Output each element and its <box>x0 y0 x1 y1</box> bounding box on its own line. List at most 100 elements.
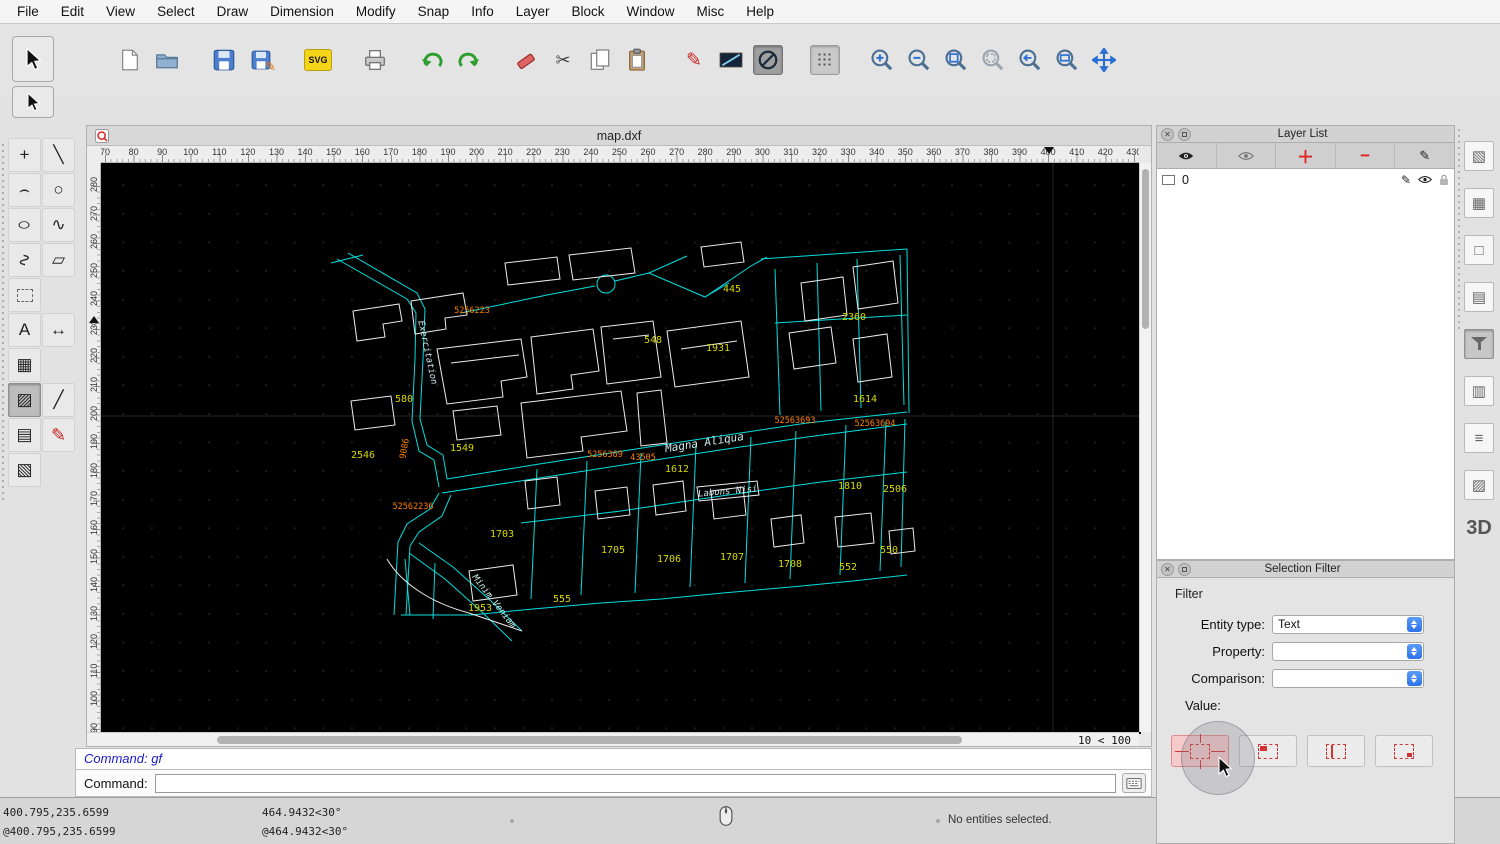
layer-list-panel-button[interactable]: ▤ <box>1464 282 1494 312</box>
sheet-button[interactable]: □ <box>1464 235 1494 265</box>
property-select[interactable] <box>1272 642 1424 661</box>
image-tool[interactable]: ▦ <box>8 348 41 382</box>
detach-icon[interactable] <box>1178 563 1191 576</box>
stepper-icon[interactable] <box>1407 617 1422 632</box>
show-all-layers-button[interactable] <box>1157 143 1217 168</box>
menu-dimension[interactable]: Dimension <box>259 0 345 24</box>
delete-button[interactable] <box>511 45 541 75</box>
ellipse-tool[interactable]: ○ <box>8 208 41 242</box>
close-icon[interactable]: ✕ <box>1161 128 1174 141</box>
menu-layer[interactable]: Layer <box>505 0 561 24</box>
text-tool[interactable]: A <box>8 313 41 347</box>
zoom-previous-button[interactable] <box>1015 45 1045 75</box>
3d-panel-label[interactable]: 3D <box>1458 517 1500 540</box>
menu-modify[interactable]: Modify <box>345 0 407 24</box>
svg-export-button[interactable]: SVG <box>303 45 333 75</box>
layer-lock-icon[interactable] <box>1439 174 1449 186</box>
zoom-window-button[interactable] <box>1052 45 1082 75</box>
cut-button[interactable]: ✂ <box>548 45 578 75</box>
menu-view[interactable]: View <box>95 0 146 24</box>
print-preview-button[interactable] <box>360 45 390 75</box>
entity-type-select[interactable]: Text <box>1272 615 1424 634</box>
menu-info[interactable]: Info <box>460 0 505 24</box>
zoom-auto-button[interactable] <box>941 45 971 75</box>
menu-help[interactable]: Help <box>735 0 785 24</box>
no-fill-button[interactable] <box>753 45 783 75</box>
vertical-scrollbar[interactable] <box>1139 163 1151 732</box>
menu-draw[interactable]: Draw <box>206 0 260 24</box>
command-input[interactable] <box>155 774 1116 793</box>
detach-icon[interactable] <box>1178 128 1191 141</box>
new-file-button[interactable] <box>115 45 145 75</box>
library-browser-button[interactable]: ▥ <box>1464 376 1494 406</box>
horizontal-scrollbar[interactable]: 10 < 100 <box>87 732 1139 746</box>
menu-window[interactable]: Window <box>616 0 686 24</box>
layer-checkbox[interactable] <box>1162 175 1175 185</box>
zoom-selection-button[interactable] <box>978 45 1008 75</box>
horizontal-scroll-thumb[interactable] <box>217 736 962 744</box>
zoom-out-button[interactable] <box>904 45 934 75</box>
paste-button[interactable] <box>622 45 652 75</box>
redo-button[interactable] <box>454 45 484 75</box>
close-icon[interactable]: ✕ <box>1161 563 1174 576</box>
solid-tool[interactable]: ▧ <box>8 453 41 487</box>
spline-tool[interactable]: ∿ <box>42 208 75 242</box>
circle-tool[interactable]: ○ <box>42 173 75 207</box>
add-layer-button[interactable]: ＋ <box>1276 143 1336 168</box>
point-tool[interactable]: + <box>8 138 41 172</box>
save-as-button[interactable]: ✎ <box>246 45 276 75</box>
dimension-tool[interactable]: ↔ <box>42 313 75 347</box>
cad-tool-palette: +╲⌢○○∿∿▱A↔▦▨╱▤✎▧ <box>0 138 76 487</box>
select-region-tool[interactable] <box>8 278 41 312</box>
drawing-canvas[interactable]: 4452360548193116145801549254616121810250… <box>101 163 1141 734</box>
attributes-button[interactable] <box>716 45 746 75</box>
menu-snap[interactable]: Snap <box>407 0 461 24</box>
pen-button[interactable]: ✎ <box>679 45 709 75</box>
polygon-tool[interactable]: ▱ <box>42 243 75 277</box>
pan-button[interactable] <box>1089 45 1119 75</box>
layer-row[interactable]: 0✎ <box>1157 169 1454 190</box>
menu-misc[interactable]: Misc <box>686 0 736 24</box>
add-to-selection-button[interactable] <box>1239 735 1297 767</box>
zoom-in-button[interactable] <box>867 45 897 75</box>
apply-filter-button[interactable] <box>1171 735 1229 767</box>
line-tool[interactable]: ╲ <box>42 138 75 172</box>
shape-tool[interactable]: ▤ <box>8 418 41 452</box>
menu-file[interactable]: File <box>6 0 50 24</box>
menu-select[interactable]: Select <box>146 0 206 24</box>
layer-edit-icon[interactable]: ✎ <box>1401 173 1411 187</box>
measure-tool[interactable]: ╱ <box>42 383 75 417</box>
polygon-tool-icon: ▱ <box>52 250 65 270</box>
property-editor-button[interactable]: ▨ <box>1464 470 1494 500</box>
undo-button[interactable] <box>417 45 447 75</box>
grid-toggle-button[interactable] <box>810 45 840 75</box>
stepper-icon[interactable] <box>1407 644 1422 659</box>
command-line-panel-button[interactable]: ≡ <box>1464 423 1494 453</box>
menu-block[interactable]: Block <box>561 0 616 24</box>
arc-tool[interactable]: ⌢ <box>8 173 41 207</box>
hide-all-layers-button[interactable] <box>1217 143 1277 168</box>
freehand-tool[interactable]: ✎ <box>42 418 75 452</box>
edit-layer-button[interactable]: ✎ <box>1395 143 1454 168</box>
hatch-tool[interactable]: ▨ <box>8 383 41 417</box>
command-options-button[interactable] <box>1122 773 1146 793</box>
stepper-icon[interactable] <box>1407 671 1422 686</box>
save-button[interactable] <box>209 45 239 75</box>
select-tool-button[interactable] <box>12 36 54 82</box>
polyline-tool[interactable]: ∿ <box>8 243 41 277</box>
zoom-indicator: 10 < 100 <box>1078 734 1131 747</box>
open-file-button[interactable] <box>152 45 182 75</box>
layer-visibility-icon[interactable] <box>1418 175 1432 184</box>
selection-filter-panel-button[interactable] <box>1464 329 1494 359</box>
circle-tool-icon: ○ <box>53 180 63 200</box>
filter-options-button[interactable] <box>1375 735 1433 767</box>
select-single-tool-button[interactable] <box>12 86 54 118</box>
copy-button[interactable] <box>585 45 615 75</box>
comparison-select[interactable] <box>1272 669 1424 688</box>
menu-edit[interactable]: Edit <box>50 0 95 24</box>
remove-layer-button[interactable]: − <box>1336 143 1396 168</box>
view-options-button[interactable]: ▧ <box>1464 141 1494 171</box>
remove-from-selection-button[interactable] <box>1307 735 1365 767</box>
block-list-button[interactable]: ▦ <box>1464 188 1494 218</box>
vertical-scroll-thumb[interactable] <box>1142 169 1149 329</box>
